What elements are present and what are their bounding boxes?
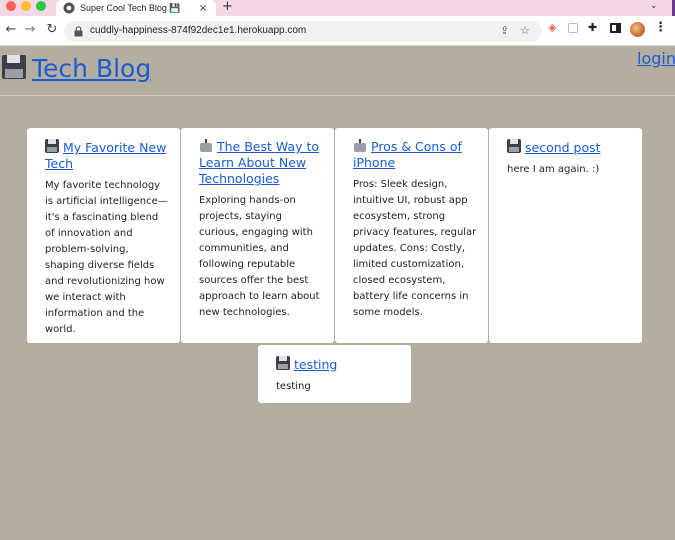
site-title: Tech Blog xyxy=(2,54,151,83)
maximize-window-button[interactable] xyxy=(36,1,46,11)
post-card: My Favorite New Tech My favorite technol… xyxy=(27,128,180,343)
floppy-disk-icon xyxy=(507,139,521,153)
post-title: testing xyxy=(276,356,401,373)
browser-menu-icon[interactable]: ⋮ xyxy=(654,20,667,35)
lock-icon xyxy=(74,26,83,37)
post-title-link[interactable]: The Best Way to Learn About New Technolo… xyxy=(199,139,319,186)
site-header: Tech Blog login xyxy=(0,46,675,96)
post-body: here I am again. :) xyxy=(507,164,600,175)
share-icon[interactable]: ⇪ xyxy=(500,24,509,37)
extension-arrows-icon[interactable]: ◈ xyxy=(548,21,556,34)
bookmark-star-icon[interactable]: ☆ xyxy=(520,24,530,37)
post-card: second post here I am again. :) xyxy=(489,128,642,343)
url-text: cuddly-happiness-874f92dec1e1.herokuapp.… xyxy=(90,25,307,36)
extensions-puzzle-icon[interactable]: ✚ xyxy=(588,21,597,34)
floppy-disk-icon xyxy=(45,139,59,153)
back-arrow-icon[interactable]: ← xyxy=(3,22,19,37)
post-title-link[interactable]: testing xyxy=(294,357,337,372)
new-tab-button[interactable]: + xyxy=(222,0,233,14)
post-title-link[interactable]: Pros & Cons of iPhone xyxy=(353,139,462,170)
login-link[interactable]: login xyxy=(637,49,675,68)
post-card: testing testing xyxy=(258,345,411,403)
site-title-link[interactable]: Tech Blog xyxy=(32,54,151,83)
close-window-button[interactable] xyxy=(6,1,16,11)
browser-tab-bar: Super Cool Tech Blog 💾 × + ⌄ xyxy=(0,0,675,16)
post-body: testing xyxy=(276,381,311,392)
tab-close-icon[interactable]: × xyxy=(196,3,210,14)
robot-icon xyxy=(353,139,367,152)
chrome-favicon-icon xyxy=(63,2,75,14)
post-title: The Best Way to Learn About New Technolo… xyxy=(199,139,322,187)
floppy-disk-icon xyxy=(2,55,26,79)
robot-icon xyxy=(199,139,213,152)
tab-title: Super Cool Tech Blog 💾 xyxy=(80,2,181,13)
reload-icon[interactable]: ↻ xyxy=(44,22,60,37)
minimize-window-button[interactable] xyxy=(21,1,31,11)
post-title: My Favorite New Tech xyxy=(45,139,170,172)
profile-avatar[interactable] xyxy=(630,22,645,37)
post-card: Pros & Cons of iPhone Pros: Sleek design… xyxy=(335,128,488,343)
browser-toolbar: ← → ↻ cuddly-happiness-874f92dec1e1.hero… xyxy=(0,16,675,46)
post-title-link[interactable]: second post xyxy=(525,140,601,155)
post-card: The Best Way to Learn About New Technolo… xyxy=(181,128,334,343)
post-body: My favorite technology is artificial int… xyxy=(45,180,168,335)
address-bar[interactable]: cuddly-happiness-874f92dec1e1.herokuapp.… xyxy=(64,21,542,42)
post-title: second post xyxy=(507,139,632,156)
post-body: Exploring hands-on projects, staying cur… xyxy=(199,195,320,318)
post-body: Pros: Sleek design, intuitive UI, robust… xyxy=(353,179,477,318)
tab-search-chevron-icon[interactable]: ⌄ xyxy=(650,1,658,11)
post-title: Pros & Cons of iPhone xyxy=(353,139,478,171)
floppy-disk-icon xyxy=(276,356,290,370)
side-panel-icon[interactable] xyxy=(610,23,621,33)
browser-tab[interactable]: Super Cool Tech Blog 💾 × xyxy=(56,0,216,16)
forward-arrow-icon[interactable]: → xyxy=(22,22,38,37)
extension-square-icon[interactable] xyxy=(568,23,578,33)
post-title-link[interactable]: My Favorite New Tech xyxy=(45,140,166,171)
